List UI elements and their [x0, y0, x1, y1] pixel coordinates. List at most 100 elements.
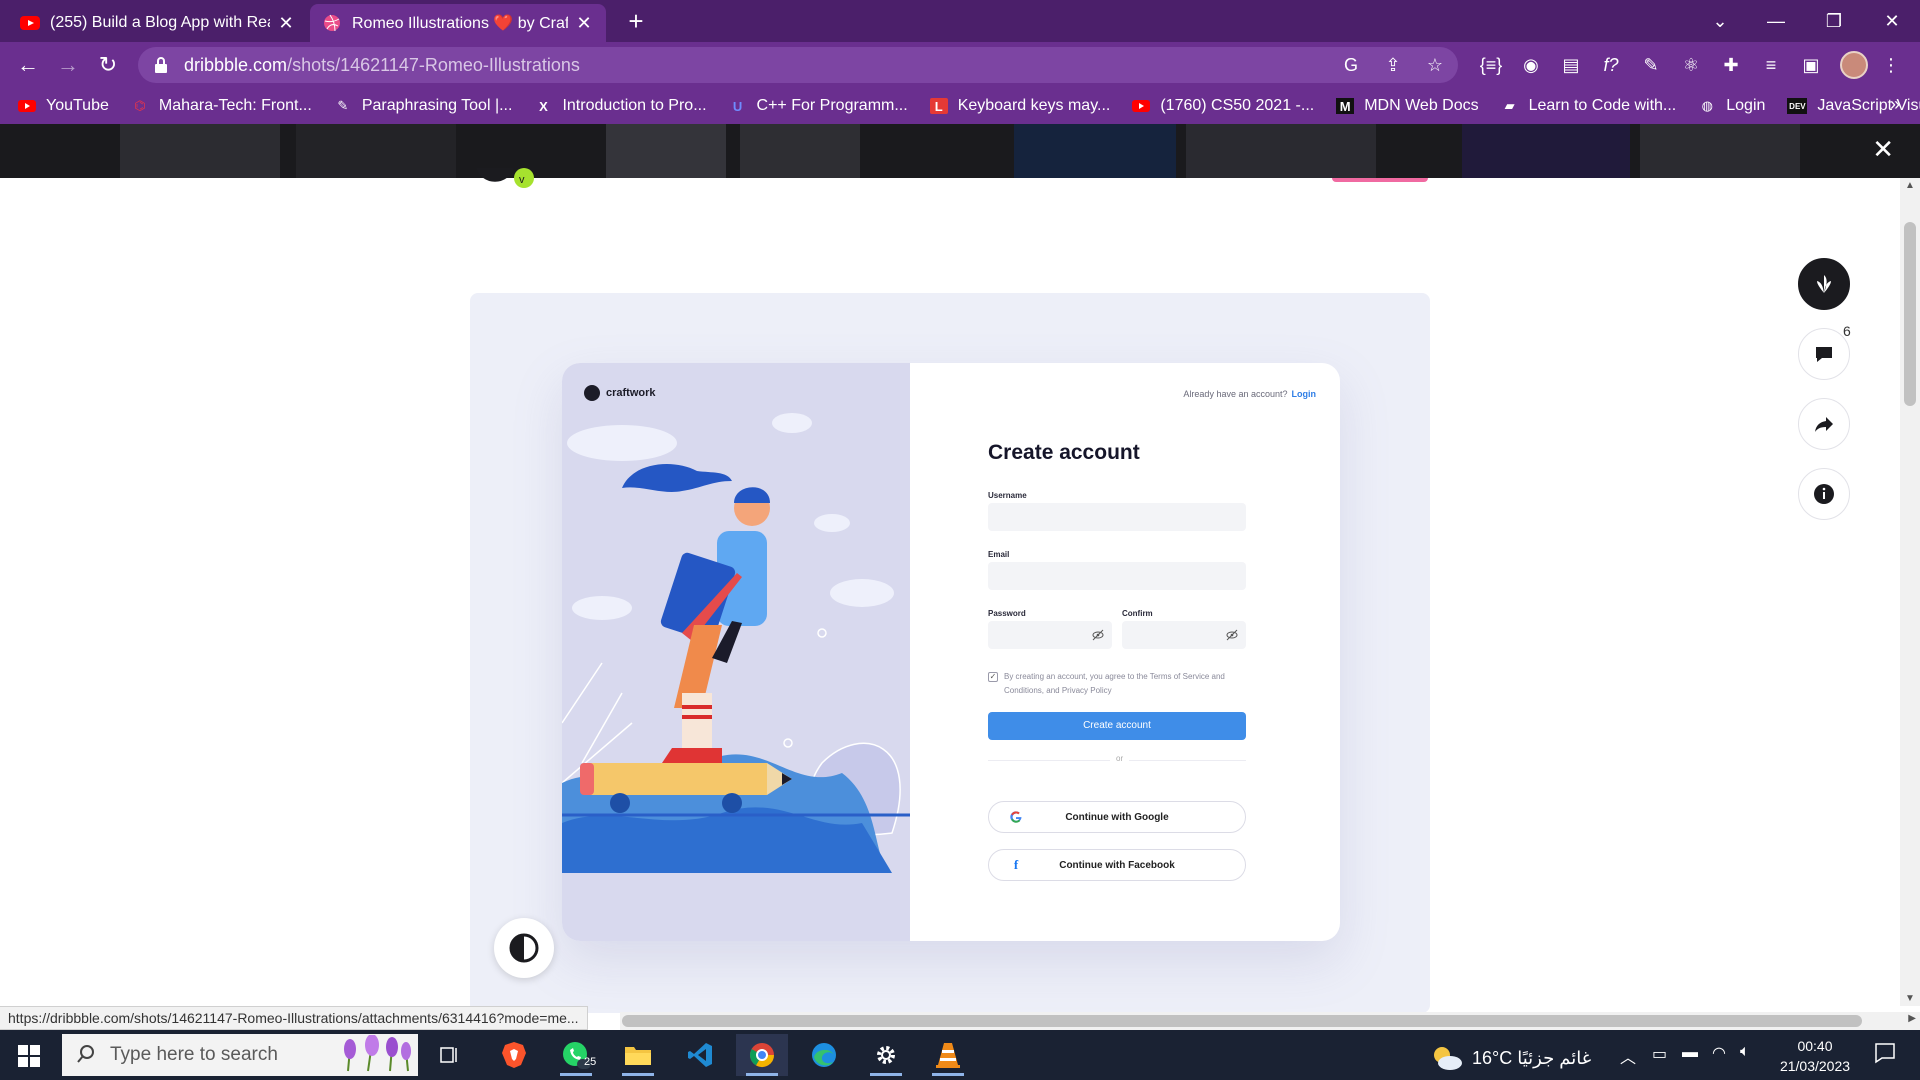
bookmark-login[interactable]: ◍ Login: [1698, 97, 1766, 115]
extension-circle-icon[interactable]: ◉: [1516, 50, 1546, 80]
scroll-right-arrow-icon[interactable]: ▶: [1908, 1013, 1916, 1024]
thumbnail[interactable]: [740, 124, 860, 178]
bookmark-mahara[interactable]: ⌬ Mahara-Tech: Front...: [131, 97, 312, 115]
show-hidden-icons-chevron-icon[interactable]: ︿: [1620, 1044, 1636, 1068]
continue-google-button[interactable]: Continue with Google: [988, 801, 1246, 833]
wifi-icon[interactable]: ◠: [1712, 1043, 1726, 1063]
battery-icon[interactable]: ▬: [1682, 1044, 1698, 1062]
settings-gear-icon[interactable]: [860, 1034, 912, 1076]
scroll-up-arrow-icon[interactable]: ▲: [1905, 180, 1915, 191]
close-tab-icon[interactable]: ✕: [574, 13, 594, 34]
scrollbar-thumb[interactable]: [1904, 222, 1916, 406]
tab-dribbble[interactable]: Romeo Illustrations ❤️ by Craftw ✕: [310, 4, 606, 42]
login-link[interactable]: Login: [1292, 389, 1317, 399]
taskbar-search-box[interactable]: Type here to search: [62, 1034, 418, 1076]
menu-kebab-icon[interactable]: ⋮: [1876, 50, 1906, 80]
thumbnail[interactable]: [606, 124, 726, 178]
shot-image-frame[interactable]: craftwork Already have an account? Login…: [470, 293, 1430, 1013]
username-field[interactable]: [988, 503, 1246, 531]
tab-strip: (255) Build a Blog App with React ✕ Rome…: [0, 0, 1920, 42]
google-icon: [1009, 810, 1023, 824]
volume-icon[interactable]: 🔈︎: [1740, 1043, 1750, 1061]
edge-icon[interactable]: [798, 1034, 850, 1076]
reload-button[interactable]: ↻: [92, 50, 124, 80]
extension-fx-icon[interactable]: f?: [1596, 50, 1626, 80]
bookmark-js-visualizer[interactable]: DEV JavaScript Visualize...: [1787, 97, 1920, 115]
back-button[interactable]: ←: [12, 50, 44, 80]
brave-browser-icon[interactable]: [488, 1034, 540, 1076]
bookmark-cs50[interactable]: (1760) CS50 2021 -...: [1132, 97, 1314, 115]
close-window-button[interactable]: ✕: [1872, 6, 1912, 36]
bookmark-cpp[interactable]: U C++ For Programm...: [729, 97, 908, 115]
extensions-puzzle-icon[interactable]: ✚: [1716, 50, 1746, 80]
email-label: Email: [988, 550, 1010, 559]
new-tab-button[interactable]: +: [622, 8, 650, 36]
bookmark-label: Paraphrasing Tool |...: [361, 97, 513, 114]
eye-off-icon[interactable]: [1226, 629, 1238, 641]
create-account-button[interactable]: Create account: [988, 712, 1246, 740]
thumbnail[interactable]: [1640, 124, 1800, 178]
extension-brackets-icon[interactable]: {≡}: [1476, 50, 1506, 80]
address-bar[interactable]: dribbble.com/shots/14621147-Romeo-Illust…: [138, 47, 1458, 83]
horizontal-scrollbar[interactable]: ▶: [620, 1012, 1920, 1030]
bookmark-learn-to-code[interactable]: ▰ Learn to Code with...: [1501, 97, 1677, 115]
media-control-icon[interactable]: ≡: [1756, 50, 1786, 80]
thumbnail[interactable]: [1462, 124, 1630, 178]
minimize-button[interactable]: —: [1756, 6, 1796, 36]
vscode-icon[interactable]: [674, 1034, 726, 1076]
bookmark-star-icon[interactable]: ☆: [1422, 51, 1448, 79]
close-overlay-icon[interactable]: ✕: [1872, 136, 1894, 162]
continue-facebook-button[interactable]: f Continue with Facebook: [988, 849, 1246, 881]
clock-time: 00:40: [1797, 1038, 1833, 1054]
profile-avatar[interactable]: [1840, 51, 1868, 79]
forward-button[interactable]: →: [52, 50, 84, 80]
contrast-toggle-button[interactable]: [494, 918, 554, 978]
comments-button[interactable]: 6: [1798, 323, 1851, 380]
notification-center-icon[interactable]: [1874, 1042, 1896, 1064]
thumbnail[interactable]: [1186, 124, 1376, 178]
share-button[interactable]: [1798, 398, 1850, 450]
side-panel-icon[interactable]: ▣: [1796, 50, 1826, 80]
youtube-icon: [18, 98, 36, 114]
extension-doc-icon[interactable]: ▤: [1556, 50, 1586, 80]
tab-search-chevron-icon[interactable]: ⌄: [1700, 6, 1740, 36]
file-explorer-icon[interactable]: [612, 1034, 664, 1076]
eye-off-icon[interactable]: [1092, 629, 1104, 641]
windows-start-icon[interactable]: [18, 1045, 40, 1067]
email-field[interactable]: [988, 562, 1246, 590]
whatsapp-icon[interactable]: 25: [550, 1034, 602, 1076]
meet-now-icon[interactable]: ▭: [1652, 1044, 1667, 1064]
terms-checkbox[interactable]: ✓: [988, 672, 998, 682]
chrome-icon[interactable]: [736, 1034, 788, 1076]
share-icon[interactable]: ⇪: [1380, 51, 1406, 79]
password-field[interactable]: [988, 621, 1112, 649]
weather-widget[interactable]: 16°C غائم جزئيًا: [1430, 1044, 1591, 1072]
info-button[interactable]: [1798, 468, 1850, 520]
vertical-scrollbar[interactable]: ▲ ▼: [1900, 178, 1920, 1006]
extension-react-icon[interactable]: ⚛: [1676, 50, 1706, 80]
comment-icon: [1816, 347, 1832, 362]
horizontal-scrollbar-thumb[interactable]: [622, 1015, 1862, 1027]
bookmark-keyboard-keys[interactable]: L Keyboard keys may...: [929, 97, 1110, 115]
thumbnail[interactable]: [120, 124, 280, 178]
vlc-icon[interactable]: [922, 1034, 974, 1076]
tab-youtube[interactable]: (255) Build a Blog App with React ✕: [8, 4, 308, 42]
bookmark-youtube[interactable]: YouTube: [18, 97, 109, 115]
designer-avatar[interactable]: v: [474, 168, 538, 198]
more-bookmarks-icon[interactable]: »: [1890, 94, 1900, 115]
bookmark-mdn[interactable]: M MDN Web Docs: [1336, 97, 1479, 115]
extension-picker-icon[interactable]: ✎: [1636, 50, 1666, 80]
bookmark-paraphrasing[interactable]: ✎ Paraphrasing Tool |...: [334, 97, 513, 115]
restore-button[interactable]: ❐: [1814, 6, 1854, 36]
taskbar-clock[interactable]: 00:40 21/03/2023: [1770, 1036, 1860, 1076]
task-view-icon[interactable]: [424, 1034, 476, 1076]
bookmark-intro-programming[interactable]: X Introduction to Pro...: [534, 97, 706, 115]
thumbnail[interactable]: [1014, 124, 1176, 178]
close-tab-icon[interactable]: ✕: [276, 13, 296, 34]
confirm-field[interactable]: [1122, 621, 1246, 649]
google-lens-icon[interactable]: G: [1338, 51, 1364, 79]
follow-button-edge[interactable]: [1332, 178, 1428, 182]
scroll-down-arrow-icon[interactable]: ▼: [1905, 993, 1915, 1004]
thumbnail[interactable]: [296, 124, 456, 178]
appreciate-button[interactable]: [1798, 258, 1850, 310]
